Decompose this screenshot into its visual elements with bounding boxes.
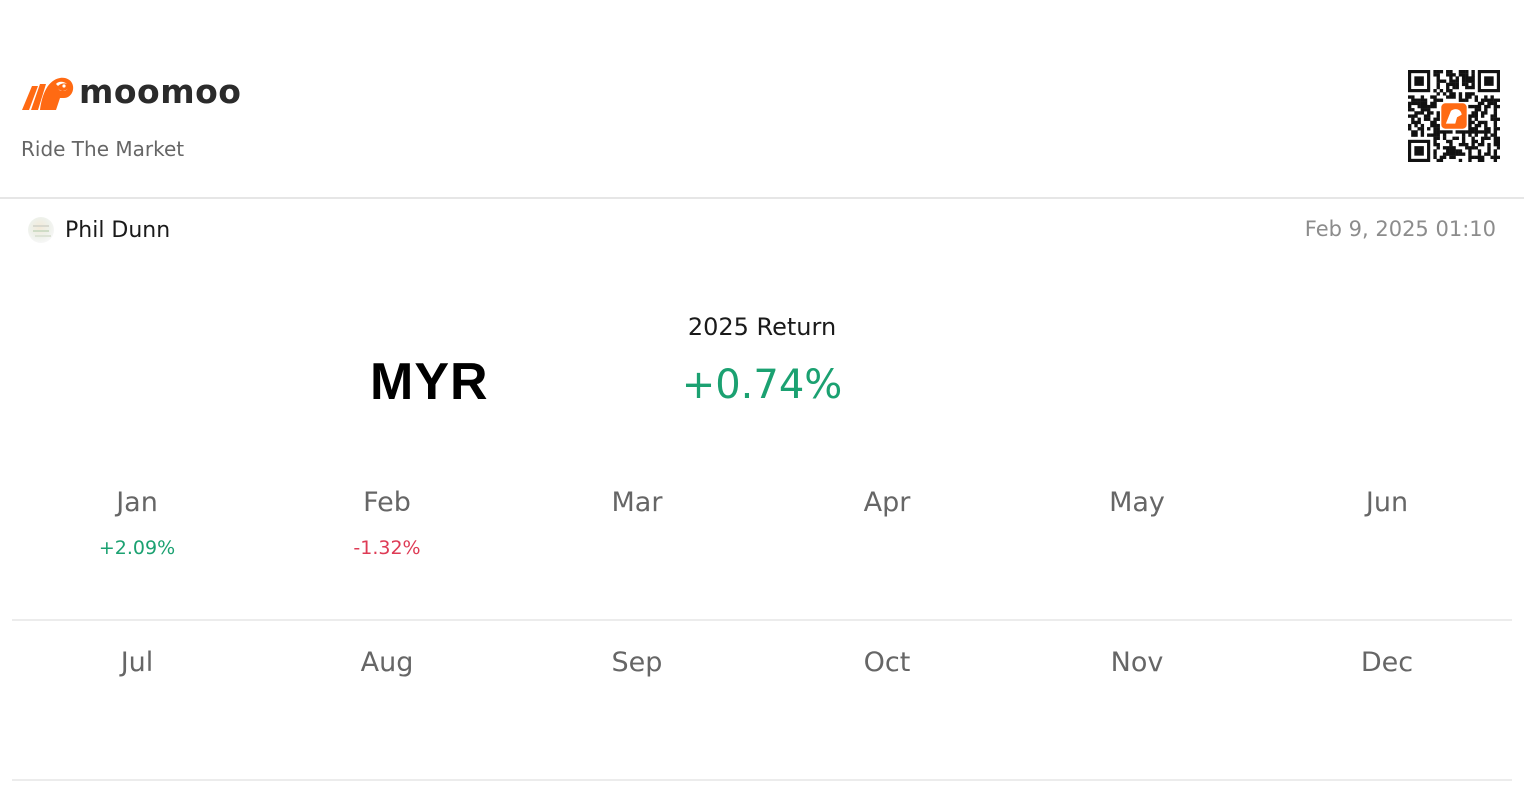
month-cell-nov: Nov: [1012, 621, 1262, 779]
month-label: Oct: [863, 647, 911, 678]
month-label: May: [1109, 487, 1165, 518]
brand-name: moomoo: [79, 72, 242, 111]
month-cell-apr: Apr: [762, 461, 1012, 619]
month-cell-jul: Jul: [12, 621, 262, 779]
month-label: Mar: [611, 487, 663, 518]
month-label: Feb: [363, 487, 411, 518]
month-label: Dec: [1360, 647, 1414, 678]
avatar-icon: [28, 217, 54, 243]
month-cell-dec: Dec: [1262, 621, 1512, 779]
month-return: +2.09%: [98, 537, 176, 559]
month-cell-sep: Sep: [512, 621, 762, 779]
month-cell-jun: Jun: [1262, 461, 1512, 619]
month-return: -1.32%: [353, 537, 421, 559]
annual-return: 2025 Return +0.74%: [662, 310, 862, 408]
brand-logo: moomoo: [20, 72, 241, 112]
month-cell-oct: Oct: [762, 621, 1012, 779]
month-label: Apr: [863, 487, 911, 518]
month-cell-mar: Mar: [512, 461, 762, 619]
month-cell-may: May: [1012, 461, 1262, 619]
month-label: Jun: [1365, 487, 1409, 518]
return-value: +0.74%: [681, 362, 843, 408]
author-name: Phil Dunn: [65, 217, 171, 243]
month-label: Jan: [116, 487, 158, 518]
author: Phil Dunn: [28, 214, 170, 246]
month-label: Sep: [611, 647, 663, 678]
month-label: Jul: [120, 647, 154, 678]
month-label: Nov: [1110, 647, 1164, 678]
month-label: Aug: [360, 647, 414, 678]
month-cell-aug: Aug: [262, 621, 512, 779]
currency-label: MYR: [370, 353, 489, 411]
bull-icon: [22, 77, 74, 110]
months-row-1: Jan +2.09% Feb -1.32% Mar Apr May Jun: [12, 461, 1512, 621]
months-row-2: Jul Aug Sep Oct Nov Dec: [12, 621, 1512, 781]
month-cell-feb: Feb -1.32%: [262, 461, 512, 619]
qr-code-icon: [1408, 70, 1500, 162]
month-cell-jan: Jan +2.09%: [12, 461, 262, 619]
brand-tagline: Ride The Market: [21, 137, 185, 161]
header: moomoo Ride The Market: [0, 0, 1524, 199]
post-timestamp: Feb 9, 2025 01:10: [1304, 217, 1496, 241]
return-label: 2025 Return: [687, 313, 837, 341]
